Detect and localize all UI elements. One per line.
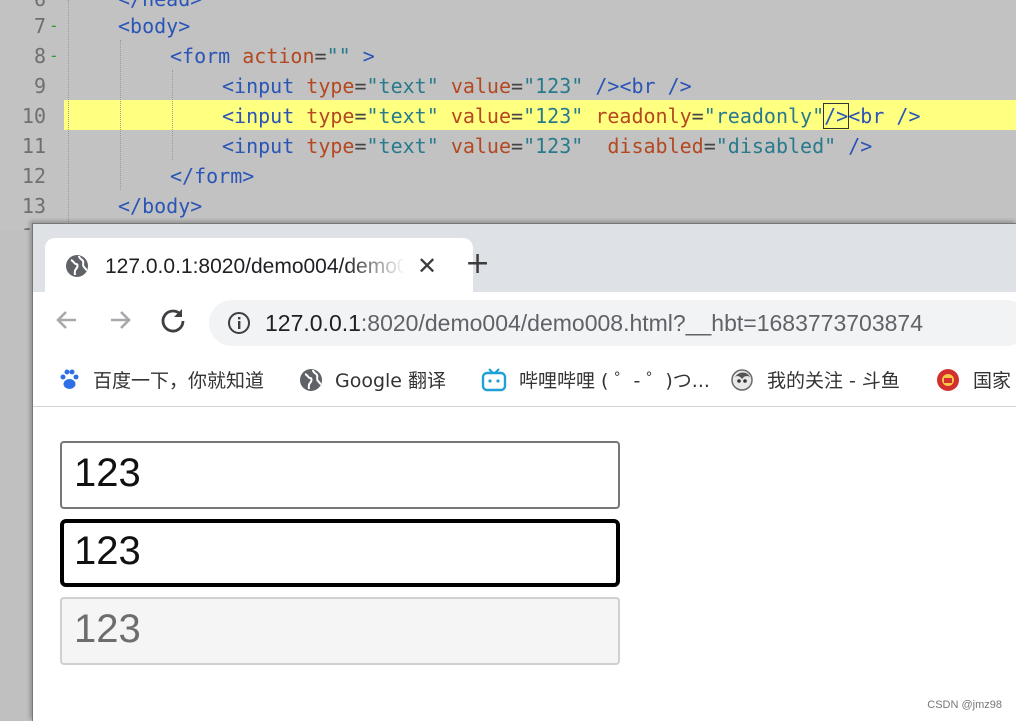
attribute: type [306, 74, 355, 98]
text-input[interactable]: 123 [60, 441, 620, 509]
fold-marker[interactable]: - [49, 41, 59, 71]
url-path: :8020/demo004/demo008.html?__hbt=1683773… [360, 310, 923, 336]
attribute-value: "text" [366, 134, 439, 158]
browser-tab[interactable]: 127.0.0.1:8020/demo004/demo008.html ✕ [45, 238, 473, 294]
watermark: CSDN @jmz98 [927, 699, 1002, 711]
line-number: 8 [33, 44, 46, 68]
attribute: readonly [595, 104, 692, 128]
attribute-value: "123" [523, 104, 584, 128]
tag: <br /> [848, 104, 921, 128]
new-tab-button[interactable]: + [465, 246, 490, 281]
tab-title: 127.0.0.1:8020/demo004/demo008.html [105, 255, 405, 278]
text-caret: /> [823, 103, 850, 129]
globe-icon [65, 254, 89, 283]
line-number: 10 [21, 104, 46, 128]
arrow-left-icon [54, 307, 80, 338]
back-button[interactable] [49, 304, 85, 340]
attribute: value [450, 134, 512, 158]
paw-icon [57, 368, 81, 392]
url-host: 127.0.0.1 [265, 310, 361, 336]
attribute: action [242, 44, 315, 68]
indent-guide [172, 70, 174, 160]
attribute-value: "disabled" [715, 134, 837, 158]
disabled-input: 123 [60, 597, 620, 665]
bookmark-label: 我的关注 - 斗鱼 [767, 370, 900, 392]
code-line: <input type="text" value="123" /><br /> [222, 74, 692, 98]
bookmarks-bar: 百度一下，你就知道 Google 翻译 哔哩哔哩 ( ゜- ゜)つ... 我的关… [33, 354, 1016, 407]
reload-button[interactable] [155, 304, 191, 340]
line-number: 11 [21, 134, 46, 158]
bookmark-baidu[interactable]: 百度一下，你就知道 [57, 366, 264, 393]
tag: </head> [118, 0, 202, 11]
tag: /> [848, 134, 873, 158]
tag: <body> [118, 14, 191, 38]
tag: </body> [118, 194, 203, 218]
bilibili-icon [481, 367, 507, 392]
tag: <input [222, 74, 295, 98]
globe-icon [299, 368, 323, 392]
tag: /> [595, 74, 620, 98]
bookmark-google-translate[interactable]: Google 翻译 [299, 366, 446, 393]
tag: <form [170, 44, 231, 68]
indent-guide [68, 0, 70, 230]
code-line: </body> [118, 191, 202, 221]
indent-guide [120, 40, 122, 190]
readonly-input[interactable]: 123 [60, 519, 620, 587]
bookmark-label: 哔哩哔哩 ( ゜- ゜)つ... [519, 370, 710, 392]
fold-marker[interactable]: - [49, 11, 59, 41]
attribute: value [450, 74, 512, 98]
emblem-icon [935, 367, 961, 393]
attribute-value: "text" [366, 74, 439, 98]
code-line: <input type="text" value="123" disabled=… [222, 134, 873, 158]
bookmark-bilibili[interactable]: 哔哩哔哩 ( ゜- ゜)つ... [481, 366, 710, 393]
close-icon[interactable]: ✕ [417, 252, 437, 280]
url-text: 127.0.0.1:8020/demo004/demo008.html?__hb… [265, 310, 923, 337]
attribute: disabled [607, 134, 704, 158]
attribute-value: "123" [523, 134, 584, 158]
code-editor[interactable]: 6 7 - 8 - 9 10 11 12 13 14 15 </head> <b… [0, 0, 1016, 230]
tag: <input [222, 104, 295, 128]
attribute-value: "readonly" [703, 104, 825, 128]
bookmark-label: 国家 [973, 370, 1012, 392]
browser-toolbar: 127.0.0.1:8020/demo004/demo008.html?__hb… [33, 292, 1016, 354]
attribute: type [306, 134, 355, 158]
code-line: <form action="" > [170, 44, 375, 68]
line-number: 7 [33, 14, 46, 38]
bookmark-gov[interactable]: 国家 [935, 366, 1011, 393]
code-line: <input type="text" value="123" readonly=… [222, 103, 921, 129]
page-content: 123 123 123 [33, 407, 1016, 721]
bookmark-label: Google 翻译 [335, 370, 447, 392]
line-number: 13 [21, 194, 46, 218]
attribute: type [306, 104, 355, 128]
reload-icon [159, 306, 187, 339]
browser-window: 127.0.0.1:8020/demo004/demo008.html ✕ + … [32, 223, 1016, 721]
address-bar[interactable]: 127.0.0.1:8020/demo004/demo008.html?__hb… [209, 300, 1016, 346]
tag: <input [222, 134, 295, 158]
code-line: </form> [170, 161, 254, 191]
line-number: 9 [33, 74, 46, 98]
tab-strip: 127.0.0.1:8020/demo004/demo008.html ✕ + [33, 224, 1016, 294]
attribute-value: "text" [366, 104, 439, 128]
bookmark-douyu[interactable]: 我的关注 - 斗鱼 [729, 366, 900, 393]
info-icon[interactable] [227, 311, 251, 340]
tag: </form> [170, 164, 255, 188]
attribute-value: "" [326, 44, 351, 68]
attribute: value [450, 104, 512, 128]
attribute-value: "123" [523, 74, 584, 98]
arrow-right-icon [107, 307, 133, 338]
tag: <br /> [619, 74, 692, 98]
douyu-icon [729, 367, 755, 393]
line-number: 12 [21, 164, 46, 188]
bookmark-label: 百度一下，你就知道 [93, 370, 265, 392]
code-line: <body> [118, 11, 190, 41]
forward-button[interactable] [102, 304, 138, 340]
tag: > [362, 44, 375, 68]
